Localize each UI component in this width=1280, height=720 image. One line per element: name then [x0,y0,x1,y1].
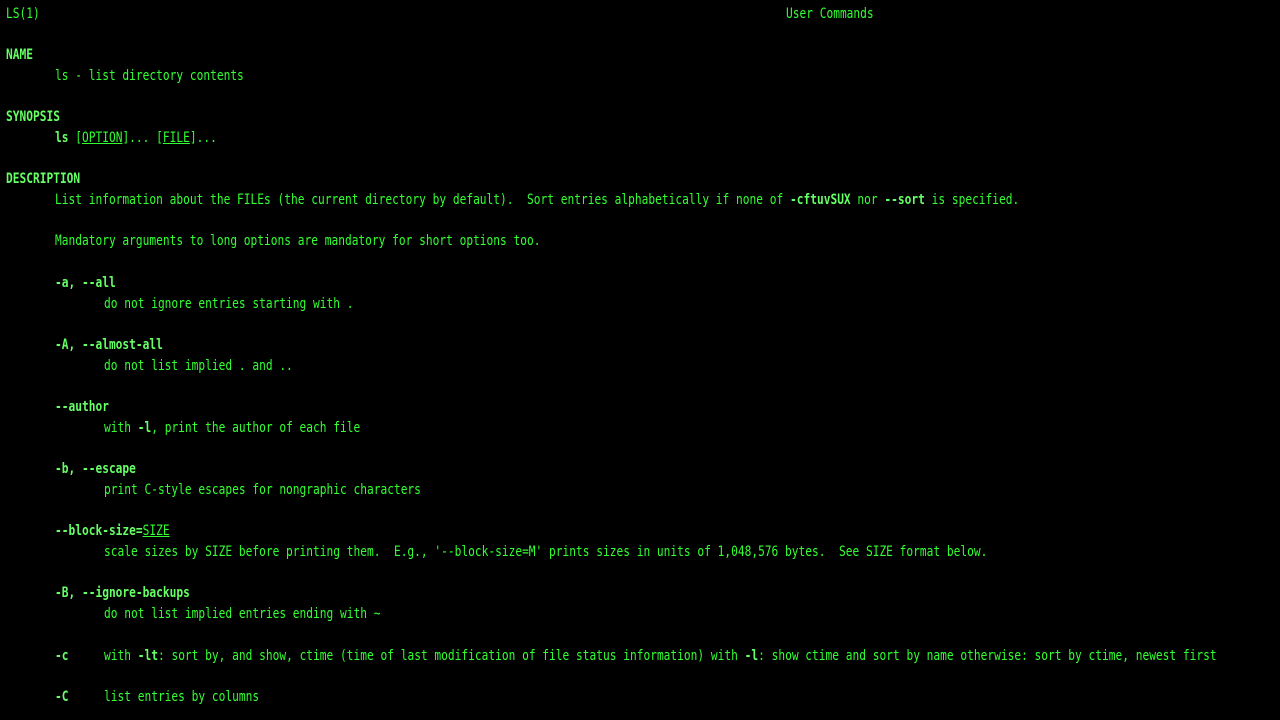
option-description: do not ignore entries starting with . [104,296,354,312]
option-description: do not list implied . and .. [104,358,293,374]
synopsis-line: ls [OPTION]... [FILE]... [55,128,217,148]
name-text: ls - list directory contents [55,68,244,84]
description-intro-text: List information about the FILEs (the cu… [55,192,790,208]
section-heading-name: NAME [6,47,33,63]
description-intro-flag: -cftuvSUX [789,192,851,208]
option-flag: --block-size= [55,523,143,539]
synopsis-separator: ]... [ [122,130,163,146]
option-description: print C-style escapes for nongraphic cha… [104,482,421,498]
terminal-window: LS(1) User Commands NAME ls - list direc… [0,0,1280,720]
option-description: list entries by columns [104,689,260,705]
option-flag-line: --block-size=SIZE [55,521,170,541]
option-description-text: : show ctime and sort by name otherwise:… [758,648,1217,664]
synopsis-command: ls [55,130,69,146]
section-heading-synopsis: SYNOPSIS [6,109,60,125]
option-flag: -c [55,648,69,664]
option-description: with -lt: sort by, and show, ctime (time… [104,646,1217,666]
man-header-left: LS(1) [6,6,40,22]
option-argument: SIZE [142,523,170,539]
option-flag: -A, --almost-all [55,337,163,353]
description-intro-text: is specified. [924,192,1020,208]
description-intro-text: nor [850,192,885,208]
synopsis-option-arg: OPTION [81,130,123,146]
option-flag: -b, --escape [55,461,136,477]
option-flag: -B, --ignore-backups [55,585,190,601]
synopsis-ellipsis: ]... [189,130,217,146]
description-intro-flag: --sort [884,192,925,208]
option-description-flag: -l [744,648,759,664]
option-description-flag: -l [137,420,152,436]
option-description-text: with [104,420,138,436]
option-flag: -a, --all [55,275,116,291]
man-header-center: User Commands [786,6,874,22]
option-description: do not list implied entries ending with … [104,606,381,622]
option-flag: -C [55,689,69,705]
option-description-text: with [104,648,138,664]
option-description: with -l, print the author of each file [104,418,360,438]
option-description: scale sizes by SIZE before printing them… [104,544,988,560]
option-description-flag: -lt [137,648,158,664]
synopsis-bracket-open: [ [68,130,82,146]
option-description-text: , print the author of each file [151,420,361,436]
section-heading-description: DESCRIPTION [6,171,81,187]
description-mandatory: Mandatory arguments to long options are … [55,233,541,249]
synopsis-file-arg: FILE [162,130,190,146]
option-description-text: : sort by, and show, ctime (time of last… [157,648,745,664]
description-intro: List information about the FILEs (the cu… [55,190,1019,210]
option-flag: --author [55,399,109,415]
